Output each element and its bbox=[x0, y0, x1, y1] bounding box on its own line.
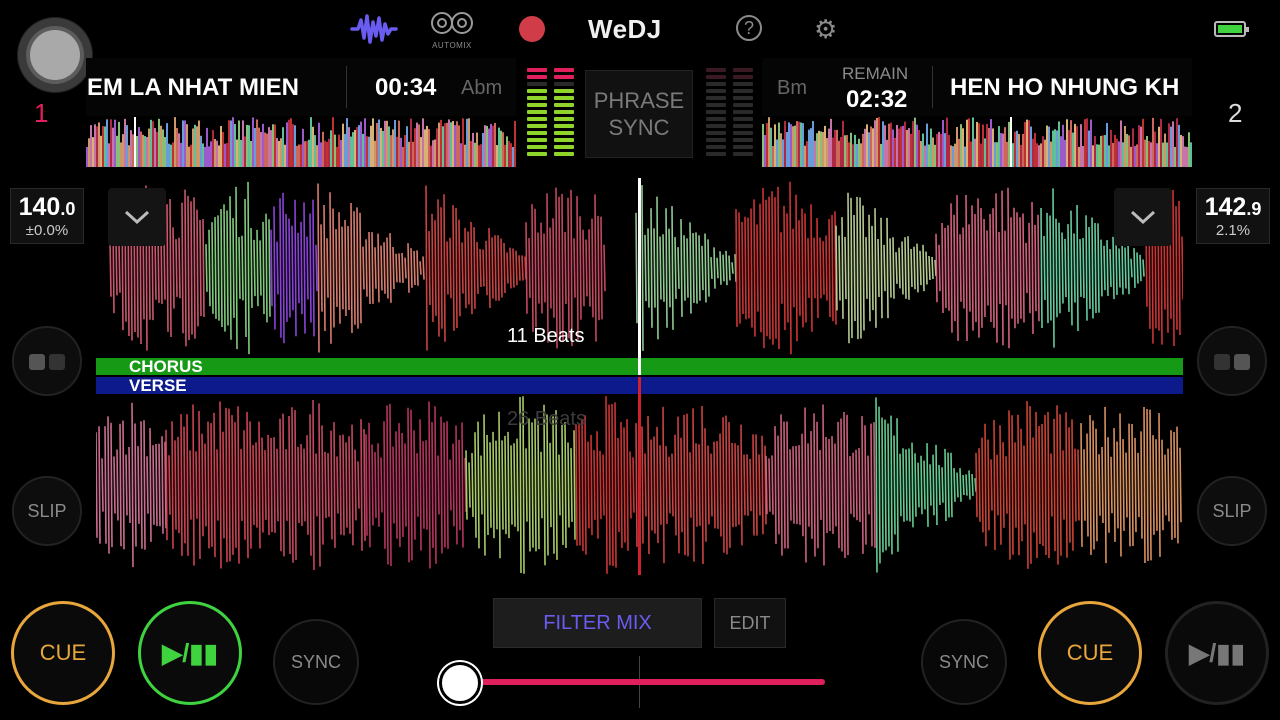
deck-1-bpm[interactable]: 140.0 ±0.0% bbox=[10, 188, 84, 244]
deck-2-time: 02:32 bbox=[846, 86, 908, 113]
deck-1-key: Abm bbox=[461, 77, 503, 99]
crossfader-knob[interactable] bbox=[439, 662, 481, 704]
gear-icon[interactable]: ⚙ bbox=[814, 14, 837, 45]
deck-2-level-meter bbox=[706, 68, 726, 159]
deck-1-level-meter bbox=[527, 68, 547, 159]
phrase-sync-line1: PHRASE bbox=[593, 88, 685, 113]
chevron-down-icon[interactable] bbox=[108, 188, 166, 246]
battery-icon bbox=[1214, 21, 1249, 37]
deck-1-playhead bbox=[638, 178, 641, 375]
deck-2-key: Bm bbox=[777, 77, 807, 99]
automix-button[interactable]: AUTOMIX bbox=[428, 10, 476, 50]
deck-1-overview-waveform[interactable] bbox=[86, 117, 516, 167]
waveform-icon[interactable] bbox=[350, 12, 398, 51]
deck-1-play-pause-button[interactable]: ▶/▮▮ bbox=[138, 601, 242, 705]
deck-1-sync-button[interactable]: SYNC bbox=[273, 619, 359, 705]
phrase-sync-line2: SYNC bbox=[608, 115, 670, 140]
edit-button[interactable]: EDIT bbox=[714, 598, 786, 648]
deck-2-slip-button[interactable]: SLIP bbox=[1197, 476, 1267, 546]
deck-2-level-meter bbox=[733, 68, 753, 159]
deck-1-bpm-decimal: .0 bbox=[60, 199, 76, 219]
deck-2-pitch: 2.1% bbox=[1215, 222, 1251, 239]
deck-1-title: EM LA NHAT MIEN bbox=[87, 74, 299, 101]
deck-2-split-button[interactable] bbox=[1197, 326, 1267, 396]
deck-2-bpm-value: 142 bbox=[1204, 193, 1247, 221]
deck-2-bpm-decimal: .9 bbox=[1246, 199, 1262, 219]
chevron-down-icon[interactable] bbox=[1114, 188, 1172, 246]
deck-1-slip-button[interactable]: SLIP bbox=[12, 476, 82, 546]
deck-2-phrase-label: VERSE bbox=[129, 376, 187, 395]
split-view-icon bbox=[29, 354, 65, 370]
deck-1-number: 1 bbox=[34, 98, 49, 128]
deck-1-time: 00:34 bbox=[375, 74, 437, 101]
divider bbox=[346, 66, 347, 108]
split-view-icon bbox=[1214, 354, 1250, 370]
deck-1-bpm-value: 140 bbox=[18, 193, 61, 221]
deck-2-number: 2 bbox=[1228, 98, 1243, 128]
deck-2-playhead bbox=[638, 377, 641, 575]
deck-1-level-meter bbox=[554, 68, 574, 159]
deck-2-sync-button[interactable]: SYNC bbox=[921, 619, 1007, 705]
deck-2-bpm[interactable]: 142.9 2.1% bbox=[1196, 188, 1270, 244]
deck-1-split-button[interactable] bbox=[12, 326, 82, 396]
deck-2-play-pause-button[interactable]: ▶/▮▮ bbox=[1165, 601, 1269, 705]
help-icon[interactable]: ? bbox=[736, 15, 762, 41]
deck-2-cue-button[interactable]: CUE bbox=[1038, 601, 1142, 705]
deck-1-phrase-label: CHORUS bbox=[129, 357, 203, 376]
assistive-touch-button[interactable] bbox=[18, 18, 92, 92]
divider bbox=[932, 66, 933, 108]
deck-2-beat-countdown: 26 Beats bbox=[507, 408, 586, 430]
deck-1-pitch: ±0.0% bbox=[25, 222, 69, 239]
automix-label: AUTOMIX bbox=[432, 41, 472, 50]
deck-2-overview-waveform[interactable] bbox=[762, 117, 1192, 167]
filter-mix-button[interactable]: FILTER MIX bbox=[493, 598, 702, 648]
deck-1-cue-button[interactable]: CUE bbox=[11, 601, 115, 705]
record-icon[interactable] bbox=[519, 16, 545, 42]
remain-label: REMAIN bbox=[842, 64, 909, 83]
deck-1-beat-countdown: 11 Beats bbox=[507, 325, 585, 347]
phrase-sync-button[interactable]: PHRASE SYNC bbox=[585, 70, 693, 158]
deck-2-title: HEN HO NHUNG KH bbox=[950, 74, 1180, 101]
app-logo: WeDJ bbox=[588, 14, 662, 44]
crossfader-track[interactable] bbox=[460, 679, 825, 685]
automix-icon bbox=[431, 12, 473, 34]
